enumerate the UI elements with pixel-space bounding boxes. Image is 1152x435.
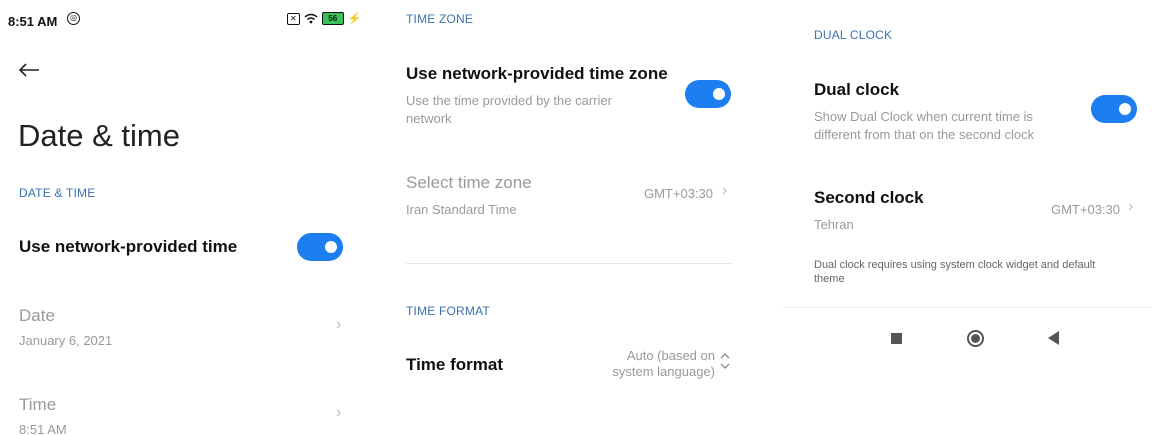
- nav-recents-icon[interactable]: [891, 333, 902, 344]
- time-label: Time: [19, 395, 57, 414]
- footnote-line-2: theme: [814, 273, 845, 285]
- nav-back-icon[interactable]: [1048, 331, 1059, 345]
- divider: [406, 263, 733, 264]
- date-row[interactable]: Date January 6, 2021 ›: [0, 298, 370, 356]
- network-timezone-desc-1: Use the time provided by the carrier: [406, 93, 612, 108]
- chevron-right-icon: ›: [336, 316, 342, 333]
- dual-clock-row[interactable]: Dual clock Show Dual Clock when current …: [783, 72, 1152, 152]
- second-clock-sub: Tehran: [814, 217, 854, 232]
- wifi-icon: [304, 13, 318, 24]
- network-timezone-label: Use network-provided time zone: [406, 64, 668, 83]
- time-row[interactable]: Time 8:51 AM ›: [0, 386, 370, 435]
- battery-icon: 56: [321, 12, 344, 25]
- time-format-row[interactable]: Time format Auto (based on system langua…: [385, 340, 755, 396]
- status-time: 8:51 AM: [8, 14, 58, 29]
- second-clock-label: Second clock: [814, 188, 924, 207]
- time-zone-screen: TIME ZONE Use network-provided time zone…: [385, 0, 755, 435]
- chevron-right-icon: ›: [336, 404, 342, 421]
- chevron-right-icon: ›: [722, 182, 728, 199]
- dual-clock-desc-1: Show Dual Clock when current time is: [814, 109, 1033, 124]
- network-timezone-row[interactable]: Use network-provided time zone Use the t…: [385, 55, 755, 135]
- time-format-value-1: Auto (based on: [626, 348, 715, 363]
- time-value: 8:51 AM: [19, 422, 67, 435]
- dual-clock-footnote: Dual clock requires using system clock w…: [814, 258, 1124, 286]
- alarm-icon: ◎: [67, 12, 80, 25]
- network-time-label: Use network-provided time: [19, 237, 238, 256]
- status-icons: ✕ 56 ⚡: [287, 12, 361, 25]
- notification-icon: ✕: [287, 12, 300, 25]
- second-clock-value: GMT+03:30: [1050, 202, 1120, 217]
- date-label: Date: [19, 306, 55, 325]
- navigation-bar: [783, 307, 1152, 368]
- page-title: Date & time: [18, 118, 180, 153]
- dual-clock-label: Dual clock: [814, 80, 900, 99]
- charging-icon: ⚡: [347, 13, 362, 25]
- select-timezone-label: Select time zone: [406, 173, 532, 192]
- dual-clock-desc-2: different from that on the second clock: [814, 127, 1035, 142]
- network-time-row[interactable]: Use network-provided time: [0, 222, 370, 272]
- section-label-dual-clock: DUAL CLOCK: [814, 28, 893, 42]
- nav-home-icon[interactable]: [967, 330, 984, 347]
- network-timezone-toggle[interactable]: [685, 80, 731, 108]
- select-timezone-row[interactable]: Select time zone Iran Standard Time GMT+…: [385, 168, 755, 224]
- dual-clock-screen: DUAL CLOCK Dual clock Show Dual Clock wh…: [783, 0, 1152, 435]
- section-label-date-time: DATE & TIME: [19, 186, 96, 200]
- select-timezone-value: GMT+03:30: [643, 186, 713, 201]
- back-arrow-icon[interactable]: [18, 62, 40, 78]
- select-timezone-sub: Iran Standard Time: [406, 202, 517, 217]
- section-label-time-zone: TIME ZONE: [406, 12, 474, 26]
- chevron-up-down-icon: [720, 353, 730, 369]
- section-label-time-format: TIME FORMAT: [406, 304, 490, 318]
- time-format-label: Time format: [406, 355, 503, 374]
- footnote-line-1: Dual clock requires using system clock w…: [814, 259, 1096, 271]
- time-format-value-2: system language): [612, 364, 715, 379]
- date-value: January 6, 2021: [19, 333, 113, 348]
- network-time-toggle[interactable]: [297, 233, 343, 261]
- date-time-screen-main: 8:51 AM ◎ ✕ 56 ⚡ Date & time DATE & TIME…: [0, 0, 370, 435]
- network-timezone-desc-2: network: [406, 111, 452, 126]
- chevron-right-icon: ›: [1128, 198, 1134, 215]
- second-clock-row[interactable]: Second clock Tehran GMT+03:30 ›: [783, 180, 1152, 238]
- dual-clock-toggle[interactable]: [1091, 95, 1137, 123]
